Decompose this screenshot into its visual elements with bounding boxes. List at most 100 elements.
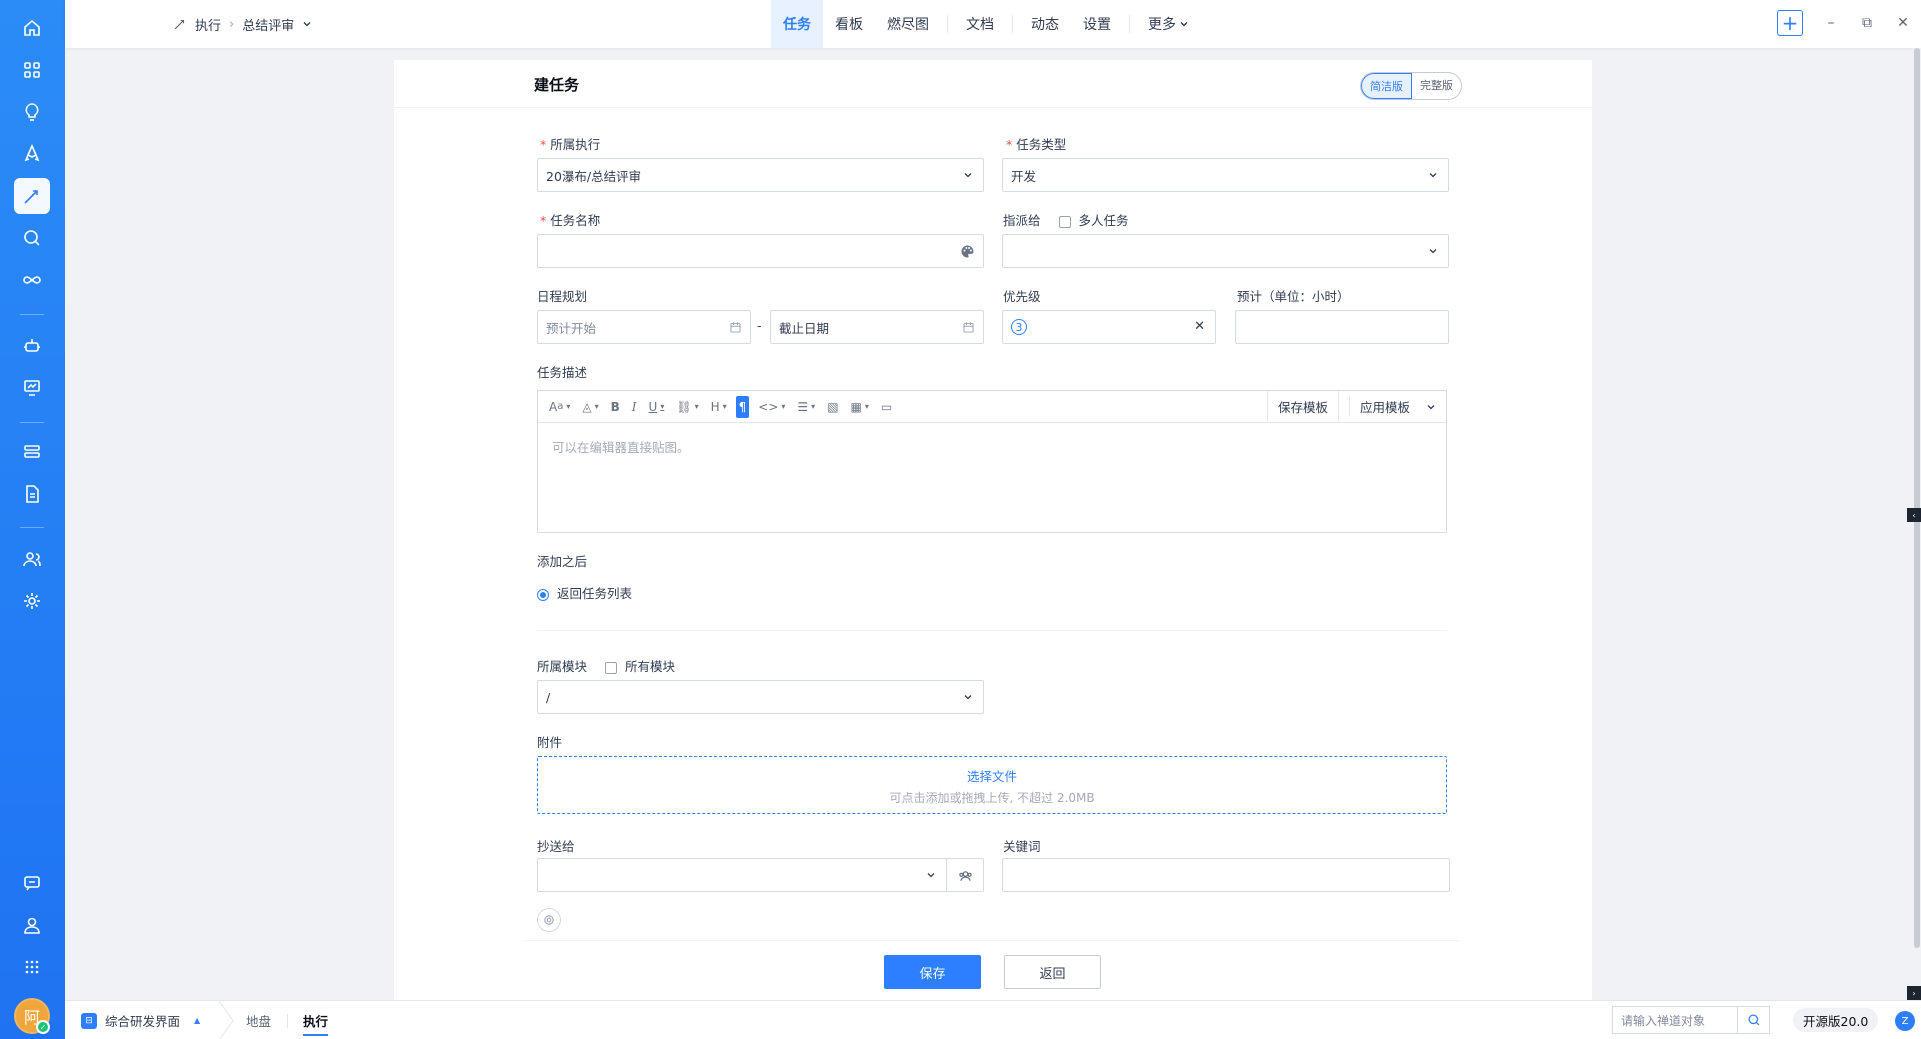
section-divider	[537, 630, 1447, 631]
link-icon[interactable]: ⛓ ▾	[673, 396, 701, 418]
image-icon[interactable]: ▧	[824, 396, 841, 418]
save-button[interactable]: 保存	[884, 955, 981, 989]
scrollbar[interactable]	[1913, 48, 1921, 958]
template-actions: 保存模板 应用模板	[1266, 391, 1446, 422]
module-label: 所属模块	[537, 659, 588, 674]
tab-task[interactable]: 任务	[771, 0, 823, 48]
scrollbar-thumb[interactable]	[1914, 48, 1920, 948]
search-icon[interactable]	[1737, 1007, 1769, 1033]
bottom-link-execution[interactable]: 执行	[303, 1001, 329, 1039]
module-label-row: 所属模块 所有模块	[537, 656, 675, 675]
grid-icon[interactable]	[14, 52, 50, 88]
object-search-input[interactable]: 请输入禅道对象	[1612, 1006, 1770, 1034]
keywords-label: 关键词	[1003, 839, 1041, 854]
upload-hint: 可点击添加或拖拽上传, 不超过 2.0MB	[889, 791, 1095, 805]
server-icon[interactable]	[14, 434, 50, 470]
robot-icon[interactable]	[14, 328, 50, 364]
back-button[interactable]: 返回	[1004, 955, 1101, 989]
presentation-icon[interactable]	[14, 370, 50, 406]
block-icon[interactable]: ▭	[878, 396, 895, 418]
contacts-icon	[958, 870, 972, 881]
zentao-logo-icon[interactable]: Z	[1895, 1011, 1915, 1031]
execution-select[interactable]: 20瀑布/总结评审	[537, 158, 984, 192]
user-icon[interactable]	[14, 907, 50, 943]
rocket-icon[interactable]	[14, 136, 50, 172]
version-badge[interactable]: 开源版20.0	[1793, 1008, 1879, 1032]
infinity-icon[interactable]	[14, 262, 50, 298]
simple-version-button[interactable]: 简洁版	[1361, 73, 1412, 99]
cc-select[interactable]	[537, 858, 947, 892]
execution-icon[interactable]	[14, 178, 50, 214]
estimate-input[interactable]	[1235, 310, 1449, 344]
tab-kanban[interactable]: 看板	[823, 0, 875, 48]
users-icon[interactable]	[14, 541, 50, 577]
paragraph-icon[interactable]: ¶	[735, 395, 750, 418]
keywords-input[interactable]	[1002, 858, 1450, 892]
app-switcher[interactable]: ⊟ 综合研发界面 ▲	[81, 1001, 200, 1039]
save-template-button[interactable]: 保存模板	[1266, 391, 1338, 422]
panel-header: 建任务 简洁版 完整版	[394, 60, 1592, 108]
home-icon[interactable]	[14, 10, 50, 46]
bold-icon[interactable]: B	[608, 396, 623, 418]
highlight-icon[interactable]: ◬ ▾	[579, 396, 601, 418]
search-icon[interactable]	[14, 220, 50, 256]
start-date-input[interactable]: 预计开始	[537, 310, 751, 344]
nav-divider	[1129, 15, 1130, 33]
settings-icon[interactable]	[14, 583, 50, 619]
list-icon[interactable]: ☰ ▾	[794, 396, 818, 418]
all-modules-checkbox[interactable]	[605, 661, 617, 674]
task-name-input[interactable]	[537, 234, 984, 268]
restore-icon[interactable]: ⧉	[1859, 15, 1875, 31]
add-icon[interactable]: +	[1777, 10, 1803, 36]
code-icon[interactable]: <> ▾	[755, 396, 788, 418]
underline-icon[interactable]: U ▾	[646, 396, 668, 418]
date-separator: -	[757, 318, 762, 333]
end-date-input[interactable]: 截止日期	[770, 310, 984, 344]
font-size-icon[interactable]: Aa ▾	[546, 396, 573, 418]
editor-toolbar: Aa ▾ ◬ ▾ B I U ▾ ⛓ ▾ H ▾ ¶ <> ▾ ☰ ▾ ▧ ▦ ▾ ▭ 保存模板…	[538, 391, 1446, 423]
chevron-down-icon[interactable]	[302, 19, 312, 29]
lightbulb-icon[interactable]	[14, 94, 50, 130]
schedule-label: 日程规划	[537, 289, 588, 304]
italic-icon[interactable]: I	[629, 396, 640, 418]
file-upload-area[interactable]: 选择文件 可点击添加或拖拽上传, 不超过 2.0MB	[537, 756, 1447, 814]
heading-icon[interactable]: H ▾	[708, 396, 730, 418]
avatar[interactable]: 阿 ✓	[14, 998, 50, 1034]
chat-icon[interactable]	[14, 865, 50, 901]
breadcrumb-current[interactable]: 总结评审	[242, 15, 294, 34]
tab-settings[interactable]: 设置	[1071, 0, 1123, 48]
collapse-icon[interactable]: ‹	[1907, 508, 1921, 522]
description-editor[interactable]: Aa ▾ ◬ ▾ B I U ▾ ⛓ ▾ H ▾ ¶ <> ▾ ☰ ▾ ▧ ▦ ▾ ▭ 保存模板…	[537, 390, 1447, 533]
chevron-down-icon	[964, 173, 972, 178]
palette-icon[interactable]	[960, 244, 975, 259]
document-icon[interactable]	[14, 476, 50, 512]
bottom-link-dashboard[interactable]: 地盘	[246, 1001, 271, 1039]
clear-icon[interactable]: ✕	[1194, 319, 1205, 334]
editor-placeholder: 可以在编辑器直接贴图。	[552, 440, 690, 455]
close-icon[interactable]: ✕	[1895, 15, 1911, 31]
full-version-button[interactable]: 完整版	[1412, 73, 1461, 99]
priority-select[interactable]: 3 ✕	[1002, 310, 1216, 344]
expand-icon[interactable]: ›	[1907, 986, 1921, 1000]
task-type-select[interactable]: 开发	[1002, 158, 1449, 192]
nav-tabs: 任务 看板 燃尽图 文档 动态 设置 更多	[771, 0, 1201, 48]
tab-burndown[interactable]: 燃尽图	[875, 0, 941, 48]
module-select[interactable]: /	[537, 680, 984, 714]
tab-dynamics[interactable]: 动态	[1019, 0, 1071, 48]
tab-docs[interactable]: 文档	[954, 0, 1006, 48]
apply-template-button[interactable]: 应用模板	[1337, 391, 1446, 422]
more-fields-button[interactable]	[537, 908, 561, 932]
left-sidebar: 阿 ✓	[0, 0, 65, 1039]
tab-more[interactable]: 更多	[1136, 0, 1201, 48]
select-file-link[interactable]: 选择文件	[538, 766, 1446, 785]
assign-select[interactable]	[1002, 234, 1449, 268]
multi-task-checkbox[interactable]	[1058, 215, 1071, 228]
breadcrumb-execution[interactable]: 执行	[195, 15, 221, 34]
contacts-button[interactable]	[946, 858, 984, 892]
after-add-option[interactable]: 返回任务列表	[537, 583, 632, 602]
minimize-icon[interactable]: –	[1823, 15, 1839, 31]
table-icon[interactable]: ▦ ▾	[848, 396, 872, 418]
apps-icon[interactable]	[14, 949, 50, 985]
task-name-label: 任务名称	[540, 210, 600, 229]
return-list-radio[interactable]	[537, 588, 549, 601]
